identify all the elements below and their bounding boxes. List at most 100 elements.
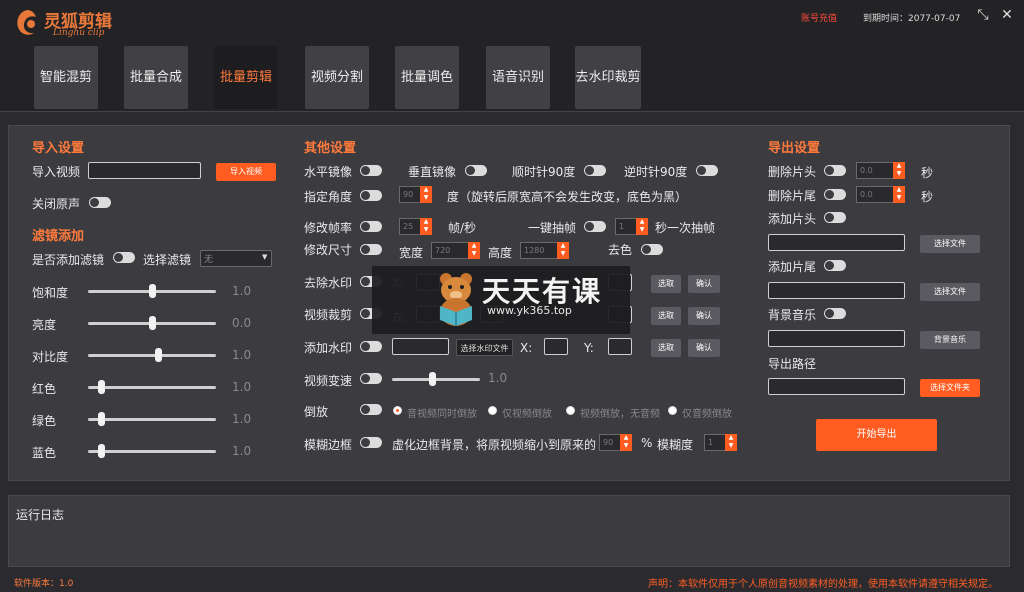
stepper-arrows-icon[interactable]: ▲ ▼ (468, 242, 480, 259)
stepper-arrows-icon[interactable]: ▲ ▼ (893, 186, 905, 203)
add-tail-file-field[interactable] (768, 282, 905, 299)
add-wm-x-field[interactable] (544, 338, 568, 355)
trim-tail-value[interactable]: 0.0 (856, 186, 894, 203)
height-value[interactable]: 1280 (520, 242, 558, 259)
add-wm-confirm-button[interactable]: 确认 (688, 339, 720, 357)
trim-tail-toggle[interactable] (824, 189, 846, 200)
select-wm-file-button[interactable]: 选择水印文件 (456, 339, 513, 356)
crop-confirm-button[interactable]: 确认 (688, 307, 720, 325)
tab-video-split[interactable]: 视频分割 (305, 46, 369, 109)
drop-frame-toggle[interactable] (584, 221, 606, 232)
size-toggle[interactable] (360, 244, 382, 255)
import-video-field[interactable] (88, 162, 201, 179)
height-stepper[interactable]: 1280 ▲ ▼ (520, 242, 570, 259)
add-wm-pick-button[interactable]: 选取 (651, 339, 681, 357)
blur-toggle[interactable] (360, 437, 382, 448)
stepper-arrows-icon[interactable]: ▲ ▼ (620, 434, 632, 451)
filter-slider-track[interactable] (88, 386, 216, 389)
width-stepper[interactable]: 720 ▲ ▼ (431, 242, 481, 259)
tab-smart-mix[interactable]: 智能混剪 (34, 46, 98, 109)
reverse-option-radio[interactable] (488, 406, 497, 415)
remove-wm-pick-button[interactable]: 选取 (651, 275, 681, 293)
reverse-option-radio[interactable] (668, 406, 677, 415)
blur-degree-value[interactable]: 1 (704, 434, 726, 451)
decolor-toggle[interactable] (641, 244, 663, 255)
bgm-choose-button[interactable]: 背景音乐 (920, 331, 980, 349)
filter-slider-knob[interactable] (149, 316, 156, 330)
width-value[interactable]: 720 (431, 242, 469, 259)
angle-value[interactable]: 90 (399, 186, 421, 203)
close-icon[interactable]: ✕ (998, 6, 1016, 24)
filter-slider-knob[interactable] (149, 284, 156, 298)
add-wm-x-label: X: (520, 341, 533, 355)
stepper-arrows-icon[interactable]: ▲ ▼ (893, 162, 905, 179)
drop-frame-value[interactable]: 1 (615, 218, 637, 235)
add-tail-choose-button[interactable]: 选择文件 (920, 283, 980, 301)
filter-select[interactable]: 无 ▼ (200, 250, 272, 267)
filter-slider-track[interactable] (88, 450, 216, 453)
width-label: 宽度 (399, 246, 424, 260)
trim-head-toggle[interactable] (824, 165, 846, 176)
fps-toggle[interactable] (360, 221, 382, 232)
filter-slider-track[interactable] (88, 418, 216, 421)
trim-head-stepper[interactable]: 0.0 ▲ ▼ (856, 162, 906, 179)
add-head-toggle[interactable] (824, 212, 846, 223)
tab-batch-merge[interactable]: 批量合成 (124, 46, 188, 109)
filter-slider-knob[interactable] (97, 444, 105, 458)
blur-pct-value[interactable]: 90 (599, 434, 621, 451)
export-path-field[interactable] (768, 378, 905, 395)
crop-pick-button[interactable]: 选取 (651, 307, 681, 325)
add-filter-toggle[interactable] (113, 252, 135, 263)
speed-toggle[interactable] (360, 373, 382, 384)
vflip-toggle[interactable] (465, 165, 487, 176)
angle-stepper[interactable]: 90 ▲ ▼ (399, 186, 433, 203)
filter-slider-knob[interactable] (97, 380, 105, 394)
recharge-link[interactable]: 账号充值 (801, 11, 837, 24)
speed-slider[interactable] (392, 378, 480, 381)
stepper-arrows-icon[interactable]: ▲ ▼ (420, 218, 432, 235)
reverse-option-label: 仅音频倒放 (682, 409, 732, 420)
blur-pct-stepper[interactable]: 90 ▲ ▼ (599, 434, 633, 451)
start-export-button[interactable]: 开始导出 (816, 419, 937, 451)
trim-tail-stepper[interactable]: 0.0 ▲ ▼ (856, 186, 906, 203)
hflip-toggle[interactable] (360, 165, 382, 176)
fps-stepper[interactable]: 25 ▲ ▼ (399, 218, 433, 235)
stepper-arrows-icon[interactable]: ▲ ▼ (636, 218, 648, 235)
choose-folder-button[interactable]: 选择文件夹 (920, 379, 980, 397)
reverse-toggle[interactable] (360, 404, 382, 415)
import-video-button[interactable]: 导入视频 (216, 163, 276, 181)
ccw90-toggle[interactable] (696, 165, 718, 176)
add-tail-toggle[interactable] (824, 260, 846, 271)
tab-batch-color[interactable]: 批量调色 (395, 46, 459, 109)
tab-batch-edit[interactable]: 批量剪辑 (214, 46, 278, 109)
stepper-arrows-icon[interactable]: ▲ ▼ (420, 186, 432, 203)
trim-head-value[interactable]: 0.0 (856, 162, 894, 179)
tab-speech-recognition[interactable]: 语音识别 (486, 46, 550, 109)
filter-slider-knob[interactable] (97, 412, 105, 426)
filter-slider-knob[interactable] (155, 348, 163, 362)
bgm-file-field[interactable] (768, 330, 905, 347)
filter-slider-track[interactable] (88, 354, 216, 357)
add-wm-toggle[interactable] (360, 341, 382, 352)
mute-toggle[interactable] (89, 197, 111, 208)
angle-toggle[interactable] (360, 190, 382, 201)
stepper-arrows-icon[interactable]: ▲ ▼ (725, 434, 737, 451)
speed-slider-knob[interactable] (428, 372, 436, 386)
stepper-arrows-icon[interactable]: ▲ ▼ (557, 242, 569, 259)
remove-wm-confirm-button[interactable]: 确认 (688, 275, 720, 293)
drop-frame-stepper[interactable]: 1 ▲ ▼ (615, 218, 649, 235)
fps-value[interactable]: 25 (399, 218, 421, 235)
tab-remove-watermark[interactable]: 去水印裁剪 (575, 46, 641, 109)
add-wm-y-field[interactable] (608, 338, 632, 355)
collapse-icon[interactable]: ⤡ (974, 6, 992, 24)
add-wm-file-field[interactable] (392, 338, 449, 355)
add-head-file-field[interactable] (768, 234, 905, 251)
watermark-url: www.yk365.top (487, 304, 572, 317)
reverse-option-radio[interactable] (393, 406, 402, 415)
bgm-toggle[interactable] (824, 308, 846, 319)
blur-degree-stepper[interactable]: 1 ▲ ▼ (704, 434, 738, 451)
cw90-toggle[interactable] (584, 165, 606, 176)
add-head-choose-button[interactable]: 选择文件 (920, 235, 980, 253)
select-filter-label: 选择滤镜 (143, 253, 192, 267)
reverse-option-radio[interactable] (566, 406, 575, 415)
